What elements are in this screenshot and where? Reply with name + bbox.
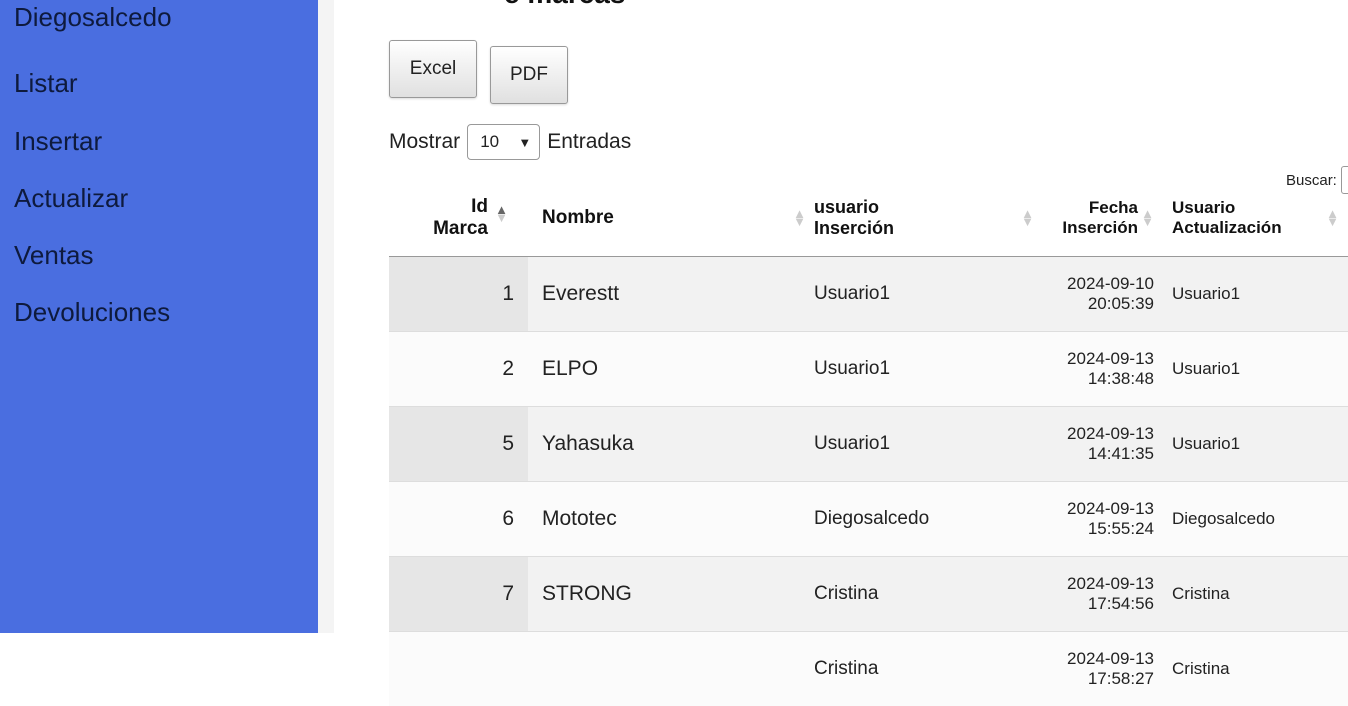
cell-date: 2024-09-13	[1067, 423, 1154, 443]
cell-fecha-insercion: 2024-09-13 14:38:48	[1042, 330, 1162, 406]
column-header-nombre-label: Nombre	[542, 206, 614, 228]
cell-usuario-insercion: Cristina	[814, 555, 1042, 631]
cell-nombre: ELPO	[528, 330, 814, 406]
sort-icon: ▲ ▼	[793, 206, 806, 229]
cell-time: 17:54:56	[1087, 593, 1154, 613]
cell-date: 2024-09-10	[1067, 273, 1154, 293]
length-label-after: Entradas	[547, 130, 632, 153]
table-row[interactable]: 5 Yahasuka Usuario1 2024-09-13 14:41:35 U…	[389, 405, 1348, 481]
sort-ascending-icon: ▲ ▼	[495, 202, 508, 225]
cell-fecha-insercion: 2024-09-10 20:05:39	[1042, 255, 1162, 331]
table-header-row: Id Marca ▲ ▼ Nombre ▲ ▼ usuario Inserción …	[389, 180, 1348, 257]
sidebar-gutter	[318, 0, 334, 633]
sidebar-item-insertar[interactable]: Insertar	[14, 126, 102, 157]
cell-id: 7	[389, 555, 528, 631]
table-row[interactable]: 7 STRONG Cristina 2024-09-13 17:54:56 Cri…	[389, 555, 1348, 631]
sidebar-username: Diegosalcedo	[14, 2, 172, 32]
sort-icon: ▲ ▼	[1021, 206, 1034, 229]
cell-usuario-actualizacion: Cristina	[1162, 630, 1348, 706]
cell-usuario-actualizacion: Cristina	[1162, 555, 1348, 631]
cell-nombre: Yahasuka	[528, 405, 814, 481]
column-header-fecha-line1: Fecha	[1088, 197, 1138, 217]
sidebar: Diegosalcedo Listar Insertar Actualizar …	[0, 0, 318, 633]
column-header-usuario-actualizacion[interactable]: Usuario Actualización ▲ ▼	[1162, 180, 1348, 257]
column-header-usuario-insercion[interactable]: usuario Inserción ▲ ▼	[814, 180, 1042, 257]
cell-time: 17:58:27	[1087, 668, 1154, 688]
cell-nombre: Mototec	[528, 480, 814, 556]
cell-nombre	[528, 630, 814, 706]
column-header-fecha-line2: Inserción	[1062, 217, 1138, 237]
cell-date: 2024-09-13	[1067, 348, 1154, 368]
sidebar-item-listar[interactable]: Listar	[14, 68, 78, 99]
table-row[interactable]: Cristina 2024-09-13 17:58:27 Cristina	[389, 630, 1348, 706]
cell-id: 2	[389, 330, 528, 406]
cell-fecha-insercion: 2024-09-13 15:55:24	[1042, 480, 1162, 556]
table-row[interactable]: 1 Everestt Usuario1 2024-09-10 20:05:39 U…	[389, 255, 1348, 331]
cell-usuario-insercion: Usuario1	[814, 330, 1042, 406]
cell-nombre: STRONG	[528, 555, 814, 631]
sidebar-item-devoluciones[interactable]: Devoluciones	[14, 297, 170, 328]
length-label-before: Mostrar	[389, 130, 461, 153]
column-header-nombre[interactable]: Nombre ▲ ▼	[528, 180, 814, 257]
table-row[interactable]: 2 ELPO Usuario1 2024-09-13 14:38:48 Usuar…	[389, 330, 1348, 406]
main-content: e marcas Excel PDF Mostrar 10 ▼ Entradas…	[334, 0, 1348, 706]
column-header-fecha-insercion[interactable]: Fecha Inserción ▲ ▼	[1042, 180, 1162, 257]
cell-id: 6	[389, 480, 528, 556]
chevron-down-icon: ▼	[518, 134, 532, 150]
cell-id: 1	[389, 255, 528, 331]
excel-button[interactable]: Excel	[389, 40, 477, 98]
entries-select-value: 10	[480, 132, 500, 151]
entries-select[interactable]: 10 ▼	[467, 124, 541, 160]
cell-usuario-insercion: Cristina	[814, 630, 1042, 706]
cell-time: 14:41:35	[1087, 443, 1154, 463]
cell-usuario-insercion: Usuario1	[814, 405, 1042, 481]
length-control: Mostrar 10 ▼ Entradas	[389, 124, 631, 160]
sort-icon: ▲ ▼	[1326, 206, 1339, 229]
column-header-uins-line2: Inserción	[814, 217, 895, 238]
brands-table: Id Marca ▲ ▼ Nombre ▲ ▼ usuario Inserción …	[389, 180, 1348, 706]
column-header-id-line1: Id	[471, 195, 488, 217]
cell-fecha-insercion: 2024-09-13 17:58:27	[1042, 630, 1162, 706]
column-header-uins-line1: usuario	[814, 196, 880, 217]
page-title: e marcas	[504, 0, 625, 10]
column-header-id[interactable]: Id Marca ▲ ▼	[389, 180, 528, 257]
cell-time: 15:55:24	[1087, 518, 1154, 538]
sort-icon: ▲ ▼	[1141, 206, 1154, 229]
cell-usuario-actualizacion: Diegosalcedo	[1162, 480, 1348, 556]
cell-usuario-insercion: Usuario1	[814, 255, 1042, 331]
sidebar-item-actualizar[interactable]: Actualizar	[14, 183, 128, 214]
column-header-id-line2: Marca	[433, 217, 488, 239]
cell-usuario-actualizacion: Usuario1	[1162, 255, 1348, 331]
cell-fecha-insercion: 2024-09-13 17:54:56	[1042, 555, 1162, 631]
sidebar-item-ventas[interactable]: Ventas	[14, 240, 94, 271]
cell-date: 2024-09-13	[1067, 573, 1154, 593]
cell-time: 20:05:39	[1087, 293, 1154, 313]
cell-usuario-actualizacion: Usuario1	[1162, 330, 1348, 406]
column-header-uact-line1: Usuario	[1172, 197, 1236, 217]
cell-usuario-insercion: Diegosalcedo	[814, 480, 1042, 556]
cell-usuario-actualizacion: Usuario1	[1162, 405, 1348, 481]
cell-nombre: Everestt	[528, 255, 814, 331]
cell-id	[389, 630, 528, 706]
column-header-uact-line2: Actualización	[1172, 217, 1282, 237]
cell-time: 14:38:48	[1087, 368, 1154, 388]
cell-id: 5	[389, 405, 528, 481]
cell-date: 2024-09-13	[1067, 648, 1154, 668]
table-row[interactable]: 6 Mototec Diegosalcedo 2024-09-13 15:55:2…	[389, 480, 1348, 556]
cell-fecha-insercion: 2024-09-13 14:41:35	[1042, 405, 1162, 481]
cell-date: 2024-09-13	[1067, 498, 1154, 518]
pdf-button[interactable]: PDF	[490, 46, 568, 104]
